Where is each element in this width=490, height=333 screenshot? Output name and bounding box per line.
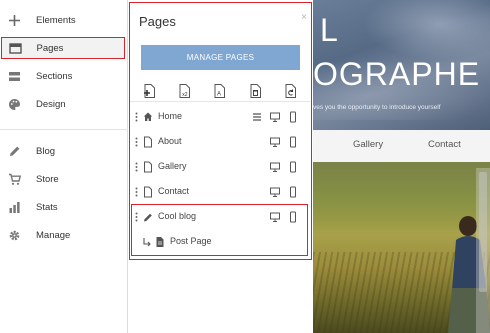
page-label: Contact <box>158 186 190 196</box>
gear-icon <box>8 229 21 242</box>
page-icon <box>143 161 153 173</box>
sidebar-item-label: Store <box>36 173 59 185</box>
page-row-contact[interactable]: Contact <box>130 180 310 204</box>
sidebar-item-design[interactable]: Design <box>0 93 128 115</box>
desktop-icon[interactable] <box>269 111 281 123</box>
sidebar-item-label: Sections <box>36 70 73 82</box>
page-row-about[interactable]: About <box>130 130 310 154</box>
hero-banner: L OGRAPHE ves you the opportunity to int… <box>313 0 490 130</box>
page-label: Gallery <box>158 161 187 171</box>
sidebar-item-sections[interactable]: Sections <box>0 65 128 87</box>
duplicate-page-icon[interactable]: x2 <box>177 83 193 99</box>
mobile-icon[interactable] <box>287 111 299 123</box>
drag-handle-icon[interactable] <box>135 162 138 172</box>
drag-handle-icon[interactable] <box>135 137 138 147</box>
sidebar-item-label: Blog <box>36 145 56 157</box>
revert-page-icon[interactable] <box>283 83 299 99</box>
sidebar-item-label: Stats <box>36 201 58 213</box>
editor-sidebar: Elements Pages Sections Design Blog Stor… <box>0 0 128 333</box>
desktop-icon[interactable] <box>269 136 281 148</box>
pages-icon <box>8 42 22 55</box>
sidebar-divider <box>0 129 128 130</box>
manage-pages-button[interactable]: MANAGE PAGES <box>141 45 300 70</box>
mobile-icon[interactable] <box>287 136 299 148</box>
hero-cloud <box>363 0 490 60</box>
scrollbar-thumb[interactable] <box>479 172 487 292</box>
svg-text:x2: x2 <box>182 92 188 98</box>
nav-link-contact[interactable]: Contact <box>428 139 461 150</box>
rename-page-icon[interactable]: A <box>212 83 228 99</box>
nav-link-gallery[interactable]: Gallery <box>353 139 383 150</box>
hero-title: OGRAPHE <box>313 56 481 92</box>
page-icon <box>143 186 153 198</box>
desktop-icon[interactable] <box>269 186 281 198</box>
sidebar-item-pages[interactable]: Pages <box>1 37 125 59</box>
page-icon <box>143 136 153 148</box>
hero-letter: L <box>320 12 340 48</box>
add-page-icon[interactable] <box>142 83 158 99</box>
sidebar-item-stats[interactable]: Stats <box>0 196 128 218</box>
svg-text:A: A <box>217 92 221 98</box>
close-icon[interactable]: × <box>301 12 307 23</box>
site-preview: L OGRAPHE ves you the opportunity to int… <box>313 0 490 333</box>
drag-handle-icon[interactable] <box>135 112 138 122</box>
delete-page-icon[interactable] <box>248 83 264 99</box>
stats-icon <box>8 201 21 214</box>
sidebar-item-manage[interactable]: Manage <box>0 224 128 246</box>
page-row-home[interactable]: Home <box>130 105 310 129</box>
cart-icon <box>8 173 21 186</box>
panel-title: Pages <box>139 14 176 29</box>
home-icon <box>143 111 153 123</box>
page-toolbar: x2 A <box>130 80 310 102</box>
mobile-icon[interactable] <box>287 186 299 198</box>
pencil-icon <box>8 145 21 158</box>
plus-icon <box>8 14 21 27</box>
sections-icon <box>8 70 21 83</box>
sidebar-item-label: Pages <box>36 42 64 54</box>
desktop-icon[interactable] <box>269 161 281 173</box>
page-label: Home <box>158 111 183 121</box>
preview-scrollbar[interactable] <box>476 168 490 333</box>
sidebar-item-elements[interactable]: Elements <box>0 9 128 31</box>
palette-icon <box>8 98 21 111</box>
sidebar-item-label: Design <box>36 98 66 110</box>
page-label: About <box>158 136 182 146</box>
mobile-icon[interactable] <box>287 161 299 173</box>
sidebar-item-blog[interactable]: Blog <box>0 140 128 162</box>
page-row-gallery[interactable]: Gallery <box>130 155 310 179</box>
menu-icon[interactable] <box>251 111 263 123</box>
site-nav: Gallery Contact <box>313 130 490 162</box>
sidebar-item-label: Manage <box>36 229 71 241</box>
blog-highlight-frame <box>131 204 308 256</box>
sidebar-item-store[interactable]: Store <box>0 168 128 190</box>
drag-handle-icon[interactable] <box>135 187 138 197</box>
sidebar-item-label: Elements <box>36 14 76 26</box>
hero-subtitle: ves you the opportunity to introduce you… <box>313 104 441 111</box>
